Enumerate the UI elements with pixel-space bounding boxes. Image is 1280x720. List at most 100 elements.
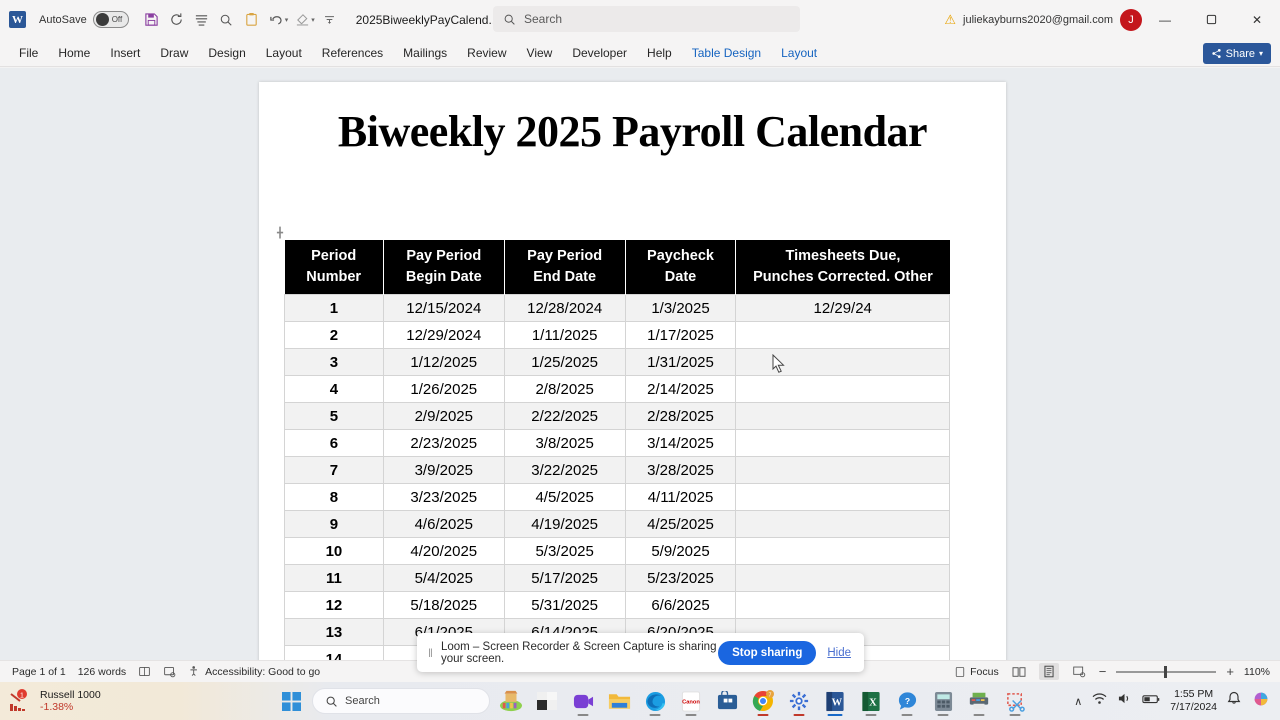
tab-mailings[interactable]: Mailings xyxy=(394,43,456,63)
stop-sharing-button[interactable]: Stop sharing xyxy=(718,641,816,665)
cell-other[interactable] xyxy=(736,349,950,376)
table-row[interactable]: 112/15/202412/28/20241/3/202512/29/24 xyxy=(285,295,950,322)
save-icon[interactable] xyxy=(139,7,164,32)
focus-mode-button[interactable]: Focus xyxy=(954,666,999,678)
calculator-icon[interactable] xyxy=(928,684,958,718)
cell-paycheck-date[interactable]: 5/23/2025 xyxy=(625,565,736,592)
start-icon[interactable] xyxy=(276,684,306,718)
cell-paycheck-date[interactable]: 1/31/2025 xyxy=(625,349,736,376)
table-row[interactable]: 212/29/20241/11/20251/17/2025 xyxy=(285,322,950,349)
edge-icon[interactable] xyxy=(640,684,670,718)
table-row[interactable]: 104/20/20255/3/20255/9/2025 xyxy=(285,538,950,565)
taskbar-clock[interactable]: 1:55 PM 7/17/2024 xyxy=(1170,688,1217,714)
tab-design[interactable]: Design xyxy=(199,43,254,63)
cell-end-date[interactable]: 12/28/2024 xyxy=(504,295,625,322)
warning-icon[interactable]: ⚠ xyxy=(944,12,956,28)
cell-other[interactable] xyxy=(736,592,950,619)
cell-other[interactable] xyxy=(736,511,950,538)
cell-begin-date[interactable]: 12/29/2024 xyxy=(383,322,504,349)
print-layout-button[interactable] xyxy=(1039,663,1059,680)
cell-other[interactable] xyxy=(736,322,950,349)
restore-button[interactable] xyxy=(1188,0,1234,39)
snip-icon[interactable] xyxy=(532,684,562,718)
table-row[interactable]: 41/26/20252/8/20252/14/2025 xyxy=(285,376,950,403)
cell-end-date[interactable]: 5/17/2025 xyxy=(504,565,625,592)
refresh-icon[interactable] xyxy=(164,7,189,32)
cell-other[interactable]: 12/29/24 xyxy=(736,295,950,322)
cell-paycheck-date[interactable]: 4/11/2025 xyxy=(625,484,736,511)
tab-help[interactable]: Help xyxy=(638,43,681,63)
avatar[interactable]: J xyxy=(1120,9,1142,31)
tab-developer[interactable]: Developer xyxy=(563,43,636,63)
word-count[interactable]: 126 words xyxy=(78,666,126,678)
table-row[interactable]: 52/9/20252/22/20252/28/2025 xyxy=(285,403,950,430)
cell-period-number[interactable]: 12 xyxy=(285,592,384,619)
zoom-out-button[interactable]: − xyxy=(1099,664,1107,679)
format-painter-dropdown-caret[interactable]: ▾ xyxy=(311,16,315,24)
tab-file[interactable]: File xyxy=(10,43,47,63)
taskbar-search-input[interactable]: Search xyxy=(312,688,490,714)
cell-begin-date[interactable]: 1/26/2025 xyxy=(383,376,504,403)
table-row[interactable]: 73/9/20253/22/20253/28/2025 xyxy=(285,457,950,484)
tab-review[interactable]: Review xyxy=(458,43,515,63)
cell-period-number[interactable]: 6 xyxy=(285,430,384,457)
cell-begin-date[interactable]: 4/6/2025 xyxy=(383,511,504,538)
hide-banner-link[interactable]: Hide xyxy=(827,647,851,659)
search-input[interactable]: Search xyxy=(493,6,800,32)
cell-paycheck-date[interactable]: 4/25/2025 xyxy=(625,511,736,538)
cell-begin-date[interactable]: 1/12/2025 xyxy=(383,349,504,376)
cell-period-number[interactable]: 13 xyxy=(285,619,384,646)
excel-icon[interactable]: X xyxy=(856,684,886,718)
web-layout-button[interactable] xyxy=(1069,663,1089,680)
cell-paycheck-date[interactable]: 5/9/2025 xyxy=(625,538,736,565)
accessibility-status[interactable]: Accessibility: Good to go xyxy=(188,665,320,678)
cell-begin-date[interactable]: 2/9/2025 xyxy=(383,403,504,430)
settings-icon[interactable] xyxy=(784,684,814,718)
undo-dropdown-caret[interactable]: ▾ xyxy=(285,16,289,24)
autosave-toggle[interactable]: Off xyxy=(93,11,129,28)
cell-end-date[interactable]: 1/11/2025 xyxy=(504,322,625,349)
cell-begin-date[interactable]: 5/18/2025 xyxy=(383,592,504,619)
cell-period-number[interactable]: 2 xyxy=(285,322,384,349)
cell-paycheck-date[interactable]: 2/14/2025 xyxy=(625,376,736,403)
cell-other[interactable] xyxy=(736,484,950,511)
cell-period-number[interactable]: 4 xyxy=(285,376,384,403)
zoom-slider[interactable] xyxy=(1116,671,1216,673)
minimize-button[interactable]: — xyxy=(1142,0,1188,39)
battery-icon[interactable] xyxy=(1142,692,1160,710)
cell-paycheck-date[interactable]: 1/17/2025 xyxy=(625,322,736,349)
notification-bell-icon[interactable] xyxy=(1227,691,1241,711)
store-icon[interactable] xyxy=(496,684,526,718)
teams-icon[interactable] xyxy=(568,684,598,718)
editing-mode-icon[interactable] xyxy=(163,665,176,678)
tab-draw[interactable]: Draw xyxy=(151,43,197,63)
zoom-level[interactable]: 110% xyxy=(1244,666,1270,678)
cell-end-date[interactable]: 2/22/2025 xyxy=(504,403,625,430)
table-row[interactable]: 83/23/20254/5/20254/11/2025 xyxy=(285,484,950,511)
payroll-calendar-table[interactable]: Period Number Pay Period Begin Date Pay … xyxy=(284,240,950,660)
cell-begin-date[interactable]: 3/23/2025 xyxy=(383,484,504,511)
cell-period-number[interactable]: 1 xyxy=(285,295,384,322)
cell-other[interactable] xyxy=(736,376,950,403)
cell-end-date[interactable]: 4/19/2025 xyxy=(504,511,625,538)
tab-view[interactable]: View xyxy=(518,43,562,63)
table-move-handle[interactable]: ╋ xyxy=(277,229,286,238)
taskbar-widget[interactable]: 1 Russell 1000 -1.38% xyxy=(8,689,101,713)
cell-period-number[interactable]: 14 xyxy=(285,646,384,660)
table-row[interactable]: 62/23/20253/8/20253/14/2025 xyxy=(285,430,950,457)
read-mode-button[interactable] xyxy=(1009,663,1029,680)
lines-icon[interactable] xyxy=(189,7,214,32)
table-row[interactable]: 31/12/20251/25/20251/31/2025 xyxy=(285,349,950,376)
table-row[interactable]: 94/6/20254/19/20254/25/2025 xyxy=(285,511,950,538)
cell-paycheck-date[interactable]: 2/28/2025 xyxy=(625,403,736,430)
cell-end-date[interactable]: 5/3/2025 xyxy=(504,538,625,565)
cell-begin-date[interactable]: 12/15/2024 xyxy=(383,295,504,322)
document-title-button[interactable]: 2025BiweeklyPayCalend... ▾ xyxy=(356,13,509,27)
page-indicator[interactable]: Page 1 of 1 xyxy=(12,666,66,678)
cell-end-date[interactable]: 3/8/2025 xyxy=(504,430,625,457)
close-button[interactable]: ✕ xyxy=(1234,0,1280,39)
cell-end-date[interactable]: 5/31/2025 xyxy=(504,592,625,619)
cell-other[interactable] xyxy=(736,538,950,565)
chrome-icon[interactable]: 7 xyxy=(748,684,778,718)
cell-begin-date[interactable]: 2/23/2025 xyxy=(383,430,504,457)
